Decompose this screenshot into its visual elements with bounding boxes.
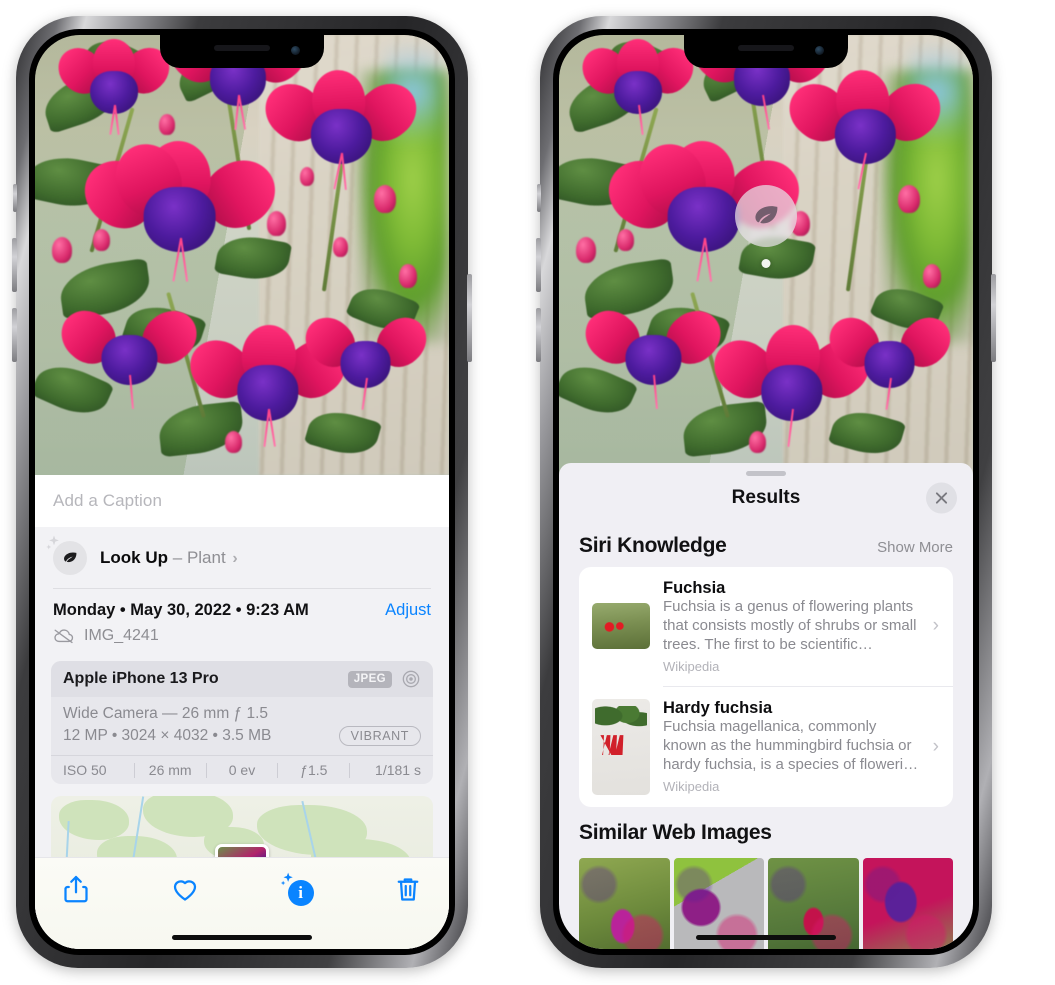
chevron-right-icon: › [932,735,939,757]
results-title: Results [731,487,801,508]
results-header: Results [559,476,973,520]
mute-switch[interactable] [537,184,541,212]
adjust-button[interactable]: Adjust [385,601,431,620]
look-up-dash: – [172,548,183,567]
look-up-subject: Plant [186,548,226,567]
volume-down-button[interactable] [536,308,541,362]
exif-iso: ISO 50 [63,762,107,778]
exif-shutter: 1/181 s [375,762,421,778]
info-icon: i [287,880,314,906]
front-camera-icon [815,46,824,55]
chevron-right-icon: › [232,550,238,567]
knowledge-source: Wikipedia [663,779,720,794]
lens-info: Wide Camera — 26 mm ƒ 1.5 [63,705,269,722]
aperture-icon [402,670,420,688]
format-badge: JPEG [347,670,392,688]
metadata-header: Apple iPhone 13 Pro JPEG [51,661,433,697]
caption-input[interactable]: Add a Caption [53,491,162,511]
knowledge-description: Fuchsia magellanica, commonly known as t… [663,718,919,774]
close-button[interactable] [926,482,957,514]
look-up-row[interactable]: Look Up – Plant › [35,527,449,588]
photo-filename: IMG_4241 [84,627,159,644]
exif-focal: 26 mm [148,762,192,778]
info-button[interactable]: i [280,872,314,906]
metadata-card[interactable]: Apple iPhone 13 Pro JPEG Wide Camera — 2… [51,661,433,784]
mute-switch[interactable] [13,184,17,212]
exif-ev: 0 ev [228,762,256,778]
photo-viewer[interactable] [35,35,449,475]
photo-date: Monday • May 30, 2022 • 9:23 AM [53,601,309,619]
web-image-4[interactable] [862,857,953,949]
look-up-label: Look Up – Plant › [100,548,238,568]
notch [160,35,324,68]
screen-right: Results Siri Knowledge Show More Fuchsia… [559,35,973,949]
fuchsia-thumbnail [592,603,650,650]
resolution-info: 12 MP • 3024 × 4032 • 3.5 MB [63,727,272,744]
siri-knowledge-header: Siri Knowledge Show More [559,520,973,567]
metadata-lens-block: Wide Camera — 26 mm ƒ 1.5 12 MP • 3024 ×… [51,697,433,755]
front-camera-icon [291,46,300,55]
look-up-title: Look Up [100,548,168,567]
screen-left: Add a Caption Look Up – Plant › Monday •… [35,35,449,949]
look-up-badge [46,535,87,575]
iphone-right: Results Siri Knowledge Show More Fuchsia… [536,16,996,968]
earpiece-speaker [214,45,270,51]
knowledge-source: Wikipedia [663,658,720,674]
notch [684,35,848,68]
camera-model: Apple iPhone 13 Pro [63,670,219,687]
phone-bezel: Add a Caption Look Up – Plant › Monday •… [29,29,455,955]
knowledge-title: Fuchsia [663,579,726,597]
hardy-fuchsia-thumbnail [592,698,650,795]
earpiece-speaker [738,45,794,51]
leaf-icon [755,206,778,224]
heart-icon[interactable] [170,874,200,904]
power-button[interactable] [467,274,472,362]
iphone-left: Add a Caption Look Up – Plant › Monday •… [12,16,472,968]
visual-look-up-anchor-dot [761,259,771,268]
caption-row[interactable]: Add a Caption [35,475,449,527]
knowledge-title: Hardy fuchsia [663,699,773,718]
volume-up-button[interactable] [536,238,541,292]
photographic-style-badge: VIBRANT [338,726,421,746]
volume-up-button[interactable] [12,238,17,292]
chevron-right-icon: › [932,615,939,637]
web-image-1[interactable] [579,857,670,949]
close-icon [935,492,948,504]
date-block: Monday • May 30, 2022 • 9:23 AM Adjust I… [35,589,449,653]
visual-look-up-badge[interactable] [735,185,797,247]
knowledge-row[interactable]: Fuchsia Fuchsia is a genus of flowering … [579,567,953,686]
power-button[interactable] [991,274,996,362]
screenshot-root: Add a Caption Look Up – Plant › Monday •… [0,0,1055,985]
volume-down-button[interactable] [12,308,17,362]
exif-aperture: ƒ1.5 [300,762,328,778]
photo-info-sheet: Add a Caption Look Up – Plant › Monday •… [35,475,449,949]
trash-icon[interactable] [393,874,423,904]
siri-knowledge-card: Fuchsia Fuchsia is a genus of flowering … [579,567,953,807]
show-more-button[interactable]: Show More [877,539,953,556]
similar-web-images-title: Similar Web Images [579,820,772,844]
knowledge-row[interactable]: Hardy fuchsia Fuchsia magellanica, commo… [579,687,953,807]
share-icon[interactable] [61,874,91,904]
similar-web-images-header: Similar Web Images [559,807,973,854]
sparkles-icon [46,535,59,550]
exif-row: ISO 50 26 mm 0 ev ƒ1.5 1/181 s [51,755,433,784]
home-indicator [696,935,836,940]
results-sheet: Results Siri Knowledge Show More Fuchsia… [559,463,973,949]
siri-knowledge-title: Siri Knowledge [579,534,727,557]
knowledge-description: Fuchsia is a genus of flowering plants t… [663,598,917,653]
photo-viewer[interactable] [559,35,973,475]
home-indicator [172,935,312,940]
cloud-slash-icon [54,629,74,644]
phone-bezel: Results Siri Knowledge Show More Fuchsia… [553,29,979,955]
